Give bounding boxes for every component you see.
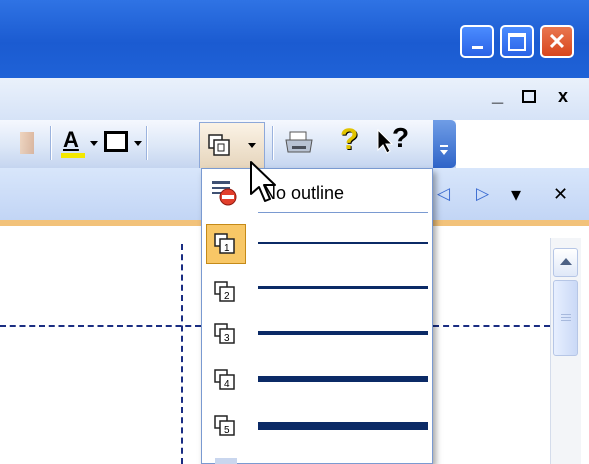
svg-text:5: 5 [224,425,230,436]
chevron-down-icon[interactable] [90,141,98,146]
minimize-button[interactable] [460,25,494,58]
outline-size-2-icon[interactable]: 2 [213,280,240,304]
outline-line-1[interactable] [258,242,428,244]
maximize-icon [502,27,532,56]
scroll-up-button[interactable] [553,248,578,277]
outline-line-5[interactable] [258,422,428,430]
outline-icon [208,134,230,156]
outline-size-3-icon[interactable]: 3 [213,322,240,346]
outline-size-1-icon[interactable]: 1 [213,232,240,256]
font-color-swatch [61,153,85,158]
svg-text:4: 4 [224,379,230,390]
svg-text:1: 1 [224,243,230,254]
scroll-thumb[interactable] [553,280,578,356]
pane-menu-icon[interactable]: ▾ [511,182,521,207]
chevron-down-icon [440,150,448,155]
back-arrow-icon[interactable]: ◁ [437,184,450,204]
no-outline-icon[interactable] [210,178,240,208]
chevron-up-icon [560,258,572,265]
font-color-button[interactable]: A [60,127,86,159]
forward-arrow-icon[interactable]: ▷ [476,184,489,204]
page-boundary-horizontal [0,325,201,327]
outline-size-6-icon-partial [215,458,237,464]
whats-this-button[interactable]: ? [376,122,416,160]
border-icon[interactable] [104,131,128,152]
doc-close-button[interactable]: x [558,86,568,107]
outline-size-4-icon[interactable]: 4 [213,368,240,392]
help-icon[interactable]: ? [340,123,358,157]
toolbar-separator [146,126,148,160]
page-boundary-horizontal-right [433,325,550,327]
font-color-icon: A [63,127,79,152]
print-icon[interactable] [284,128,314,158]
minimize-icon [462,27,492,56]
doc-restore-button[interactable] [522,84,536,105]
chevron-down-icon[interactable] [134,141,142,146]
toolbar-options-button[interactable] [433,120,456,168]
close-button[interactable]: ✕ [540,25,574,58]
outline-line-3[interactable] [258,331,428,335]
doc-minimize-button[interactable]: _ [492,84,503,107]
outline-line-2[interactable] [258,286,428,289]
maximize-button[interactable] [500,25,534,58]
question-icon: ? [392,122,410,153]
svg-text:2: 2 [224,291,230,302]
shading-icon[interactable] [20,132,34,154]
toolbar-options-bar [440,145,448,147]
pane-close-icon[interactable]: ✕ [553,184,568,205]
restore-icon [522,90,536,103]
outline-size-5-icon[interactable]: 5 [213,414,240,438]
menu-divider [258,212,428,213]
outline-line-4[interactable] [258,376,428,382]
svg-text:3: 3 [224,333,230,344]
chevron-down-icon [248,143,256,148]
close-icon: ✕ [547,28,567,54]
mouse-cursor-icon [250,161,276,202]
toolbar-separator [272,126,274,160]
page-boundary-vertical [181,244,183,464]
toolbar-separator [50,126,52,160]
